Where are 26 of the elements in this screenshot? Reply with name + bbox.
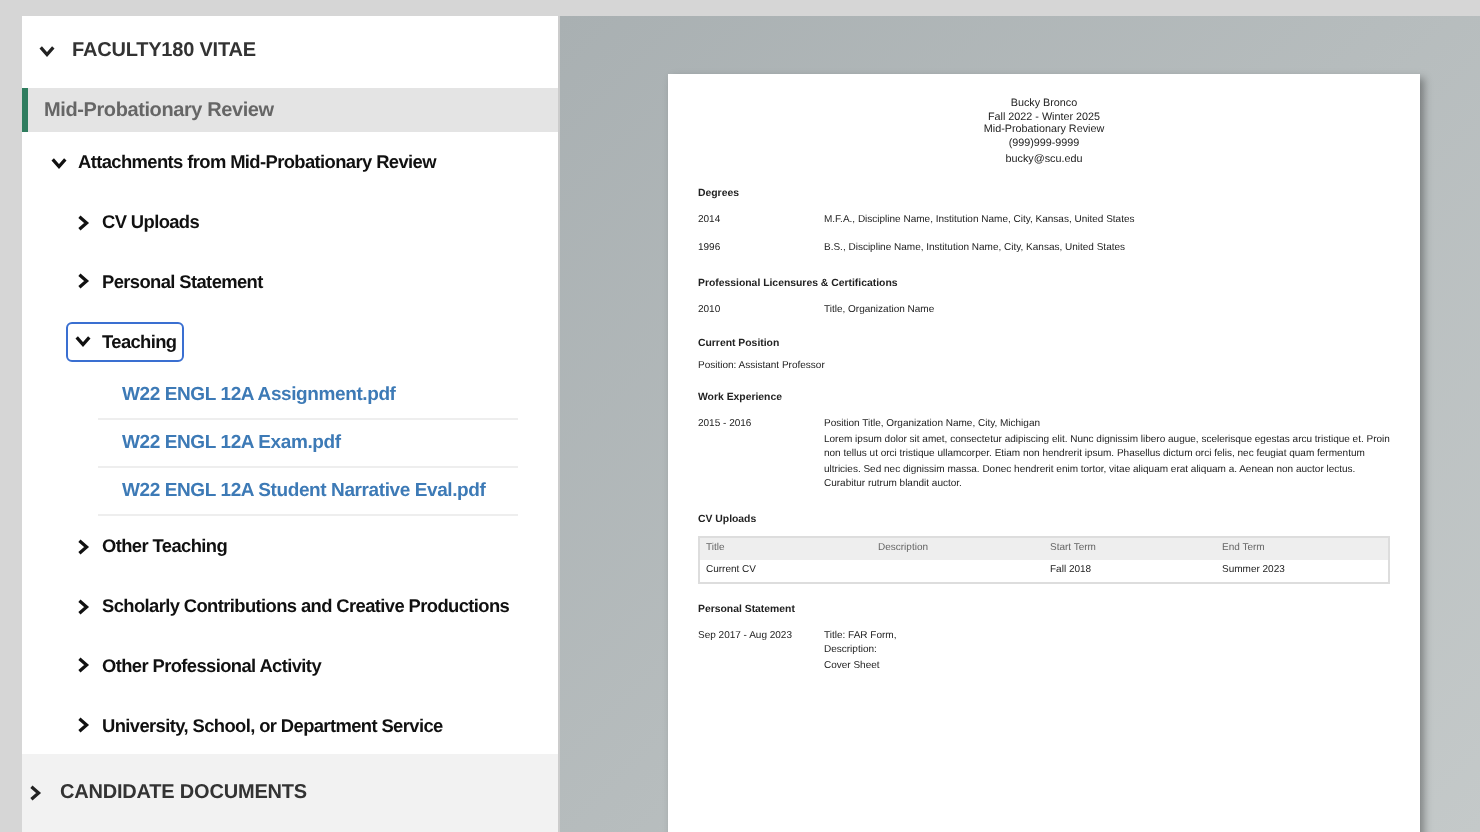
file-link[interactable]: W22 ENGL 12A Assignment.pdf [122, 383, 396, 406]
section-title: CANDIDATE DOCUMENTS [60, 782, 307, 805]
chevron-icon [38, 42, 56, 61]
tree-item[interactable]: Personal Statement [66, 261, 271, 302]
tree-item[interactable]: Teaching [66, 321, 185, 362]
tree-item[interactable]: Other Teaching [66, 526, 236, 567]
chevron-icon [74, 537, 92, 556]
file-link[interactable]: W22 ENGL 12A Student Narrative Eval.pdf [122, 480, 486, 503]
tree-item[interactable]: Other Professional Activity [66, 645, 329, 686]
section-title: FACULTY180 VITAE [72, 40, 256, 63]
tree-item[interactable]: CV Uploads [66, 202, 208, 243]
section-header[interactable]: FACULTY180 VITAE [22, 16, 558, 88]
tree-item[interactable]: Attachments from Mid-Probationary Review [42, 142, 444, 183]
chevron-icon [74, 272, 92, 291]
section-header[interactable]: CANDIDATE DOCUMENTS [22, 754, 558, 832]
chevron-icon [74, 332, 92, 351]
chevron-icon [74, 716, 92, 734]
chevron-icon [26, 784, 44, 803]
file-link[interactable]: W22 ENGL 12A Exam.pdf [122, 431, 341, 454]
nav-item[interactable]: Mid-Probationary Review [22, 87, 558, 133]
chevron-icon [74, 597, 92, 615]
tree-item[interactable]: University, School, or Department Service [66, 705, 451, 745]
chevron-icon [74, 213, 92, 232]
chevron-icon [74, 656, 92, 675]
tree-item[interactable]: Scholarly Contributions and Creative Productions [66, 586, 518, 626]
chevron-icon [50, 153, 68, 172]
